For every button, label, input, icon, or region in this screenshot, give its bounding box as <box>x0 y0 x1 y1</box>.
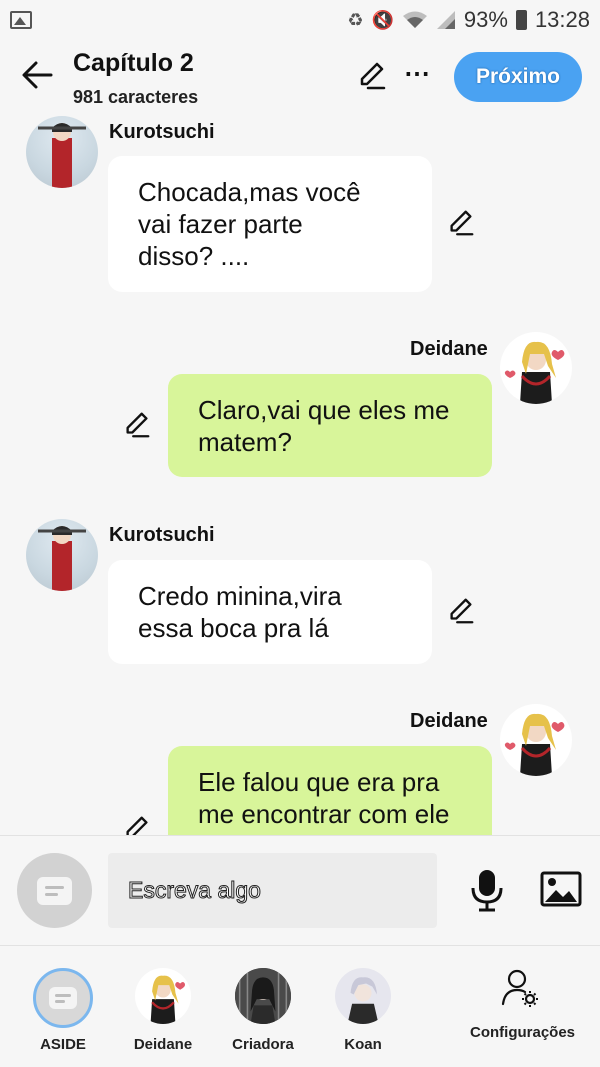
edit-pencil-icon[interactable] <box>356 60 388 92</box>
tab-aside[interactable]: ASIDE <box>0 946 100 1067</box>
character-tab-bar: ASIDE Deidane Criadora Koan Configuraçõe… <box>0 945 600 1067</box>
avatar-kurotsuchi[interactable] <box>26 519 98 591</box>
tab-koan[interactable]: Koan <box>313 946 413 1067</box>
sender-name: Kurotsuchi <box>109 524 215 546</box>
tab-criadora[interactable]: Criadora <box>213 946 313 1067</box>
avatar-deidane[interactable] <box>500 332 572 404</box>
message-composer: Escreva algo <box>0 835 600 945</box>
aside-toggle-button[interactable] <box>17 853 92 928</box>
message-bubble[interactable]: Chocada,mas você vai fazer parte disso? … <box>108 156 432 292</box>
message-bubble[interactable]: Credo minina,vira essa boca pra lá <box>108 560 432 664</box>
clock: 13:28 <box>534 7 590 32</box>
avatar <box>235 968 291 1024</box>
mute-icon: 🔇 <box>371 9 394 30</box>
chapter-header: Capítulo 2 981 caracteres ⋯ Próximo <box>0 40 600 114</box>
aside-icon <box>49 987 77 1009</box>
microphone-icon[interactable] <box>468 868 506 912</box>
avatar-deidane[interactable] <box>500 704 572 776</box>
avatar <box>135 968 191 1024</box>
sender-name: Kurotsuchi <box>109 121 215 143</box>
message-input[interactable]: Escreva algo <box>108 853 437 928</box>
signal-icon <box>436 11 455 29</box>
next-button[interactable]: Próximo <box>454 52 582 102</box>
aside-avatar <box>33 968 93 1028</box>
character-count: 981 caracteres <box>73 87 199 107</box>
sender-name: Deidane <box>410 710 488 732</box>
user-settings-icon <box>501 969 538 1007</box>
aside-icon <box>37 877 72 905</box>
edit-message-icon[interactable] <box>446 208 476 238</box>
gallery-icon <box>10 11 32 29</box>
message-bubble[interactable]: Ele falou que era pra me encontrar com e… <box>168 746 492 835</box>
edit-message-icon[interactable] <box>122 814 152 835</box>
status-bar: ♻ 🔇 93% 13:28 <box>0 0 600 40</box>
sender-name: Deidane <box>410 338 488 360</box>
page-title: Capítulo 2 <box>73 49 194 77</box>
wifi-icon <box>402 11 427 28</box>
edit-message-icon[interactable] <box>122 410 152 440</box>
tab-deidane[interactable]: Deidane <box>113 946 213 1067</box>
battery-saver-icon: ♻ <box>347 9 364 30</box>
chat-thread: Kurotsuchi Chocada,mas você vai fazer pa… <box>0 114 600 835</box>
battery-percent: 93% <box>463 7 508 32</box>
more-options-icon[interactable]: ⋯ <box>404 58 431 89</box>
avatar <box>335 968 391 1024</box>
edit-message-icon[interactable] <box>446 596 476 626</box>
message-bubble[interactable]: Claro,vai que eles me matem? <box>168 374 492 477</box>
back-arrow-icon[interactable] <box>20 58 54 92</box>
avatar-kurotsuchi[interactable] <box>26 116 98 188</box>
image-icon[interactable] <box>540 871 582 907</box>
battery-icon <box>515 10 527 30</box>
tab-settings[interactable]: Configurações <box>470 946 575 1067</box>
